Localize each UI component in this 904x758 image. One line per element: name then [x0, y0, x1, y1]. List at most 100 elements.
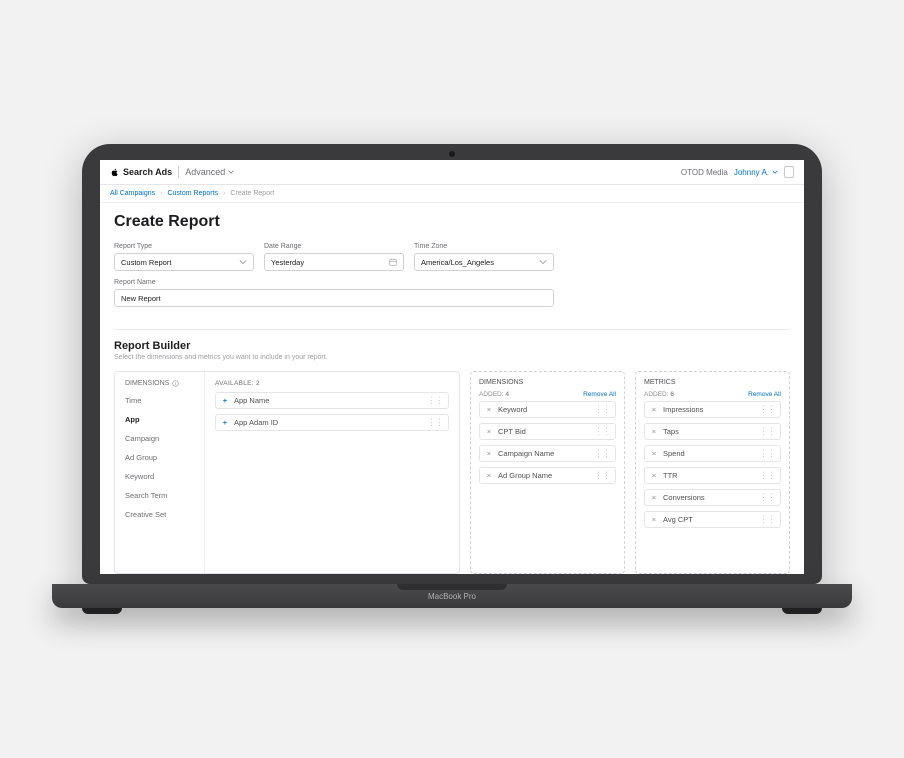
added-dimension-item[interactable]: × Campaign Name ⋮⋮ [479, 445, 616, 462]
category-time[interactable]: Time [115, 391, 204, 410]
time-zone-value: America/Los_Angeles [421, 258, 494, 267]
remove-icon[interactable]: × [649, 515, 659, 524]
available-item-label: App Adam ID [234, 418, 427, 427]
report-type-select[interactable]: Custom Report [114, 253, 254, 271]
added-metric-item[interactable]: × Taps ⋮⋮ [644, 423, 781, 440]
available-label: AVAILABLE: [215, 380, 254, 387]
added-dimension-item[interactable]: × CPT Bid ⋮⋮ [479, 423, 616, 440]
drop-dimensions-title: DIMENSIONS [479, 379, 523, 386]
add-icon[interactable]: + [220, 396, 230, 405]
available-item[interactable]: + App Name ⋮⋮ [215, 392, 449, 409]
separator: › [160, 190, 162, 197]
added-metric-item[interactable]: × Avg CPT ⋮⋮ [644, 511, 781, 528]
drag-handle-icon[interactable]: ⋮⋮ [594, 404, 611, 415]
added-item-label: Avg CPT [663, 515, 759, 524]
remove-icon[interactable]: × [649, 449, 659, 458]
breadcrumb-link[interactable]: All Campaigns [110, 190, 155, 197]
remove-icon[interactable]: × [484, 471, 494, 480]
tier-dropdown[interactable]: Advanced [185, 167, 234, 177]
drag-handle-icon[interactable]: ⋮⋮ [594, 426, 611, 437]
add-icon[interactable]: + [220, 418, 230, 427]
user-name: Johnny A. [734, 168, 769, 177]
added-metric-item[interactable]: × Spend ⋮⋮ [644, 445, 781, 462]
remove-icon[interactable]: × [649, 493, 659, 502]
added-metric-item[interactable]: × Impressions ⋮⋮ [644, 401, 781, 418]
calendar-icon [389, 258, 397, 266]
chevron-down-icon [772, 169, 778, 175]
drag-handle-icon[interactable]: ⋮⋮ [594, 448, 611, 459]
remove-icon[interactable]: × [484, 405, 494, 414]
remove-all-dimensions[interactable]: Remove All [583, 391, 616, 398]
user-menu[interactable]: Johnny A. [734, 168, 778, 177]
brand: Search Ads [110, 167, 172, 177]
breadcrumb-current: Create Report [230, 190, 274, 197]
added-item-label: Conversions [663, 493, 759, 502]
drag-handle-icon[interactable]: ⋮⋮ [759, 470, 776, 481]
available-item[interactable]: + App Adam ID ⋮⋮ [215, 414, 449, 431]
drag-handle-icon[interactable]: ⋮⋮ [759, 404, 776, 415]
drag-handle-icon[interactable]: ⋮⋮ [427, 395, 444, 406]
drop-metrics-title: METRICS [644, 379, 676, 386]
drag-handle-icon[interactable]: ⋮⋮ [759, 448, 776, 459]
category-creative-set[interactable]: Creative Set [115, 505, 204, 524]
added-dimension-item[interactable]: × Ad Group Name ⋮⋮ [479, 467, 616, 484]
added-item-label: Spend [663, 449, 759, 458]
drag-handle-icon[interactable]: ⋮⋮ [759, 514, 776, 525]
report-name-value: New Report [121, 294, 161, 303]
added-count: 6 [670, 391, 674, 398]
divider [178, 166, 179, 178]
category-app[interactable]: App [115, 410, 204, 429]
laptop-deck: MacBook Pro [52, 584, 852, 608]
org-name: OTOD Media [681, 168, 728, 177]
tier-label: Advanced [185, 167, 225, 177]
added-label: ADDED: [644, 391, 669, 398]
added-item-label: Taps [663, 427, 759, 436]
remove-icon[interactable]: × [649, 427, 659, 436]
added-metric-item[interactable]: × TTR ⋮⋮ [644, 467, 781, 484]
remove-icon[interactable]: × [649, 405, 659, 414]
metrics-drop-panel[interactable]: METRICS ADDED: 6 Remove All [635, 371, 790, 574]
info-icon[interactable] [172, 380, 179, 387]
added-item-label: Impressions [663, 405, 759, 414]
drag-handle-icon[interactable]: ⋮⋮ [759, 426, 776, 437]
added-item-label: TTR [663, 471, 759, 480]
report-name-label: Report Name [114, 279, 554, 286]
available-count: 2 [256, 380, 260, 387]
drag-handle-icon[interactable]: ⋮⋮ [594, 470, 611, 481]
builder-subtitle: Select the dimensions and metrics you wa… [114, 354, 790, 361]
added-label: ADDED: [479, 391, 504, 398]
builder-title: Report Builder [114, 340, 790, 352]
deck-label: MacBook Pro [428, 592, 476, 601]
chevron-down-icon [228, 169, 234, 175]
date-range-select[interactable]: Yesterday [264, 253, 404, 271]
breadcrumb-link[interactable]: Custom Reports [167, 190, 218, 197]
added-item-label: Ad Group Name [498, 471, 594, 480]
available-item-label: App Name [234, 396, 427, 405]
category-search-term[interactable]: Search Term [115, 486, 204, 505]
category-keyword[interactable]: Keyword [115, 467, 204, 486]
category-ad-group[interactable]: Ad Group [115, 448, 204, 467]
chevron-down-icon [239, 258, 247, 266]
categories-header: DIMENSIONS [125, 380, 169, 387]
date-range-value: Yesterday [271, 258, 304, 267]
time-zone-label: Time Zone [414, 243, 554, 250]
added-dimension-item[interactable]: × Keyword ⋮⋮ [479, 401, 616, 418]
remove-icon[interactable]: × [484, 449, 494, 458]
page-title: Create Report [114, 213, 790, 231]
dimensions-drop-panel[interactable]: DIMENSIONS ADDED: 4 Remove All [470, 371, 625, 574]
notifications-icon[interactable] [784, 166, 794, 178]
added-item-label: Keyword [498, 405, 594, 414]
remove-icon[interactable]: × [484, 427, 494, 436]
time-zone-select[interactable]: America/Los_Angeles [414, 253, 554, 271]
remove-all-metrics[interactable]: Remove All [748, 391, 781, 398]
drag-handle-icon[interactable]: ⋮⋮ [759, 492, 776, 503]
drag-handle-icon[interactable]: ⋮⋮ [427, 417, 444, 428]
report-name-input[interactable]: New Report [114, 289, 554, 307]
added-item-label: Campaign Name [498, 449, 594, 458]
added-metric-item[interactable]: × Conversions ⋮⋮ [644, 489, 781, 506]
remove-icon[interactable]: × [649, 471, 659, 480]
category-campaign[interactable]: Campaign [115, 429, 204, 448]
report-type-value: Custom Report [121, 258, 171, 267]
separator: › [223, 190, 225, 197]
apple-logo-icon [110, 168, 119, 177]
